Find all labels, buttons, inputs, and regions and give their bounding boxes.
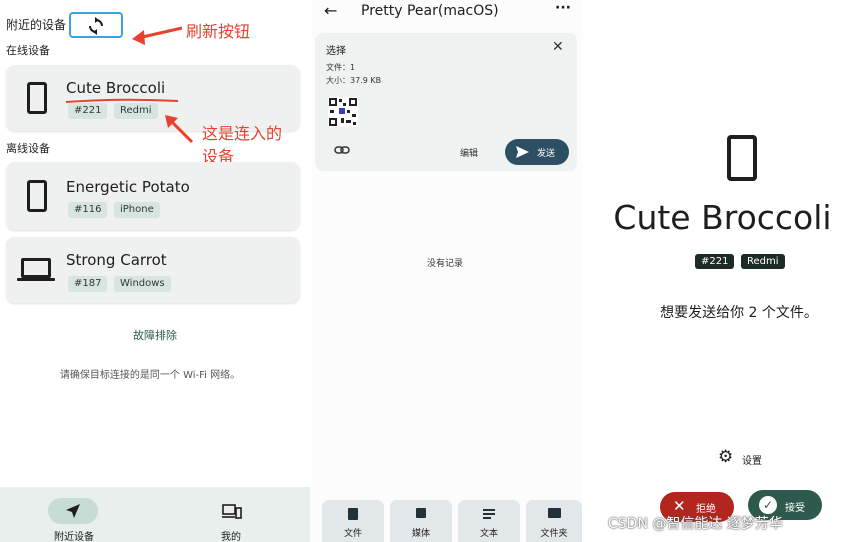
refresh-button[interactable] [69,12,123,38]
phone-icon [27,180,47,212]
watermark: CSDN @智信能达 逐梦芳华 [608,516,783,532]
page-title: Pretty Pear(macOS) [361,3,499,19]
tab-file[interactable]: 文件 [322,500,384,542]
request-message: 想要发送给你 2 个文件。 [660,305,818,321]
send-button[interactable]: 发送 [505,139,569,165]
send-icon [516,146,529,158]
annotation-arrow-refresh [132,26,183,45]
tab-text[interactable]: 文本 [458,500,520,542]
device-name: Strong Carrot [66,251,167,269]
text-icon [483,509,495,519]
tab-label: 文件夹 [540,529,568,539]
device-id-chip: #221 [695,254,735,269]
send-label: 发送 [537,149,556,159]
phone-icon [27,82,47,114]
tab-label: 文件 [343,529,362,539]
close-icon[interactable]: ✕ [552,39,564,55]
file-size: 大小：37.9 KB [326,76,382,85]
settings-label: 设置 [742,456,762,467]
tab-label: 媒体 [411,529,430,539]
device-platform-chip: iPhone [114,202,160,218]
nav-label-nearby: 附近设备 [54,532,94,542]
check-icon: ✓ [759,496,777,514]
nearby-devices-panel: 附近的设备 刷新按钮 在线设备 Cute Broccoli #221 Redmi… [0,0,310,542]
image-icon [416,508,426,518]
nav-item-nearby[interactable] [48,498,98,524]
device-platform-chip: Windows [114,276,171,292]
receive-request-panel: Cute Broccoli #221 Redmi 想要发送给你 2 个文件。 ⚙… [584,0,861,542]
gear-icon: ⚙ [718,447,734,467]
wifi-hint: 请确保目标连接的是同一个 Wi-Fi 网络。 [59,370,241,381]
device-name: Cute Broccoli [66,79,166,97]
selection-card: 选择 ✕ 文件：1 大小：37.9 KB 编辑 发送 [315,33,577,171]
annotation-underline [65,98,179,103]
nav-item-mine[interactable] [218,501,244,523]
selection-title: 选择 [326,46,346,57]
device-id-chip: #116 [68,202,108,218]
send-to-device-panel: ← Pretty Pear(macOS) ··· 选择 ✕ 文件：1 大小：37… [312,0,582,542]
accept-label: 接受 [785,503,805,514]
device-card-strong-carrot[interactable]: Strong Carrot #187 Windows [6,237,300,303]
nearby-devices-title: 附近的设备 [6,18,67,32]
file-count: 文件：1 [326,63,356,72]
nav-label-mine: 我的 [221,532,241,542]
bottom-navigation: 附近设备 我的 [0,487,310,542]
sender-device-name: Cute Broccoli [613,198,832,237]
qr-thumbnail-icon [328,97,358,127]
folder-icon [548,508,561,518]
send-icon [66,504,80,518]
more-menu-icon[interactable]: ··· [555,0,571,16]
tab-folder[interactable]: 文件夹 [526,500,582,542]
refresh-icon [89,17,103,35]
file-icon [348,508,358,520]
device-id-chip: #187 [68,276,108,292]
tab-label: 文本 [479,529,498,539]
back-arrow-icon[interactable]: ← [324,1,337,20]
edit-button[interactable]: 编辑 [460,146,478,159]
device-name: Energetic Potato [66,178,190,196]
device-platform-chip: Redmi [741,254,785,269]
devices-icon [222,504,242,519]
troubleshoot-link[interactable]: 故障排除 [0,327,310,343]
online-devices-label: 在线设备 [6,44,50,57]
phone-icon [727,135,757,181]
offline-devices-label: 离线设备 [6,142,50,155]
empty-history: 没有记录 [426,259,463,269]
tab-media[interactable]: 媒体 [390,500,452,542]
device-card-energetic-potato[interactable]: Energetic Potato #116 iPhone [6,162,300,230]
annotation-connected-line1: 这是连入的 [202,124,283,143]
annotation-arrow-device [165,115,194,144]
link-icon[interactable] [334,145,350,155]
annotation-refresh: 刷新按钮 [186,22,251,41]
